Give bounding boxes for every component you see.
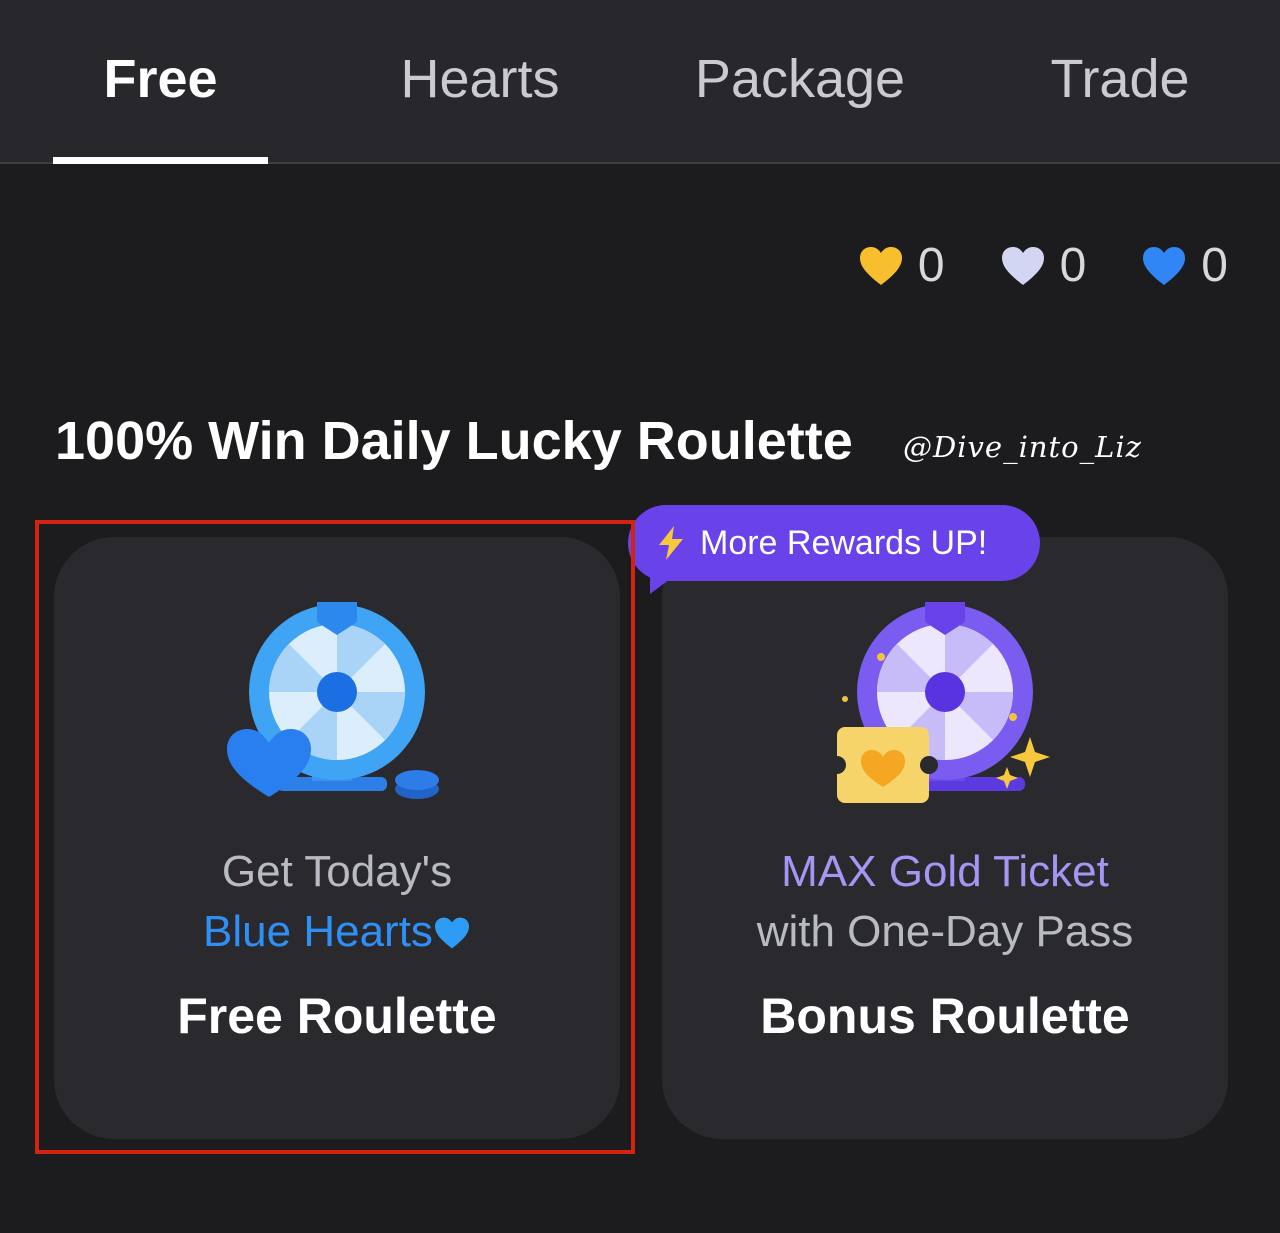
white-heart-counter: 0 [1000, 236, 1087, 296]
blue-heart-count: 0 [1201, 239, 1228, 292]
white-heart-icon [1001, 247, 1044, 285]
bonus-card-line2: with One-Day Pass [756, 907, 1134, 956]
lightning-icon [659, 526, 683, 560]
active-tab-indicator [53, 157, 268, 164]
section-title: 100% Win Daily Lucky Roulette [55, 411, 853, 471]
bonus-card-line1: MAX Gold Ticket [781, 847, 1109, 896]
promo-label: More Rewards UP! [700, 523, 988, 562]
blue-heart-icon [1143, 247, 1186, 285]
gold-heart-count: 0 [917, 239, 945, 292]
tab-trade[interactable]: Trade [1020, 48, 1220, 118]
white-heart-count: 0 [1059, 239, 1087, 292]
tab-bar: Free Hearts Package Trade [0, 0, 1280, 164]
watermark: @Dive_into_Liz [903, 430, 1142, 464]
bonus-roulette-title: Bonus Roulette [760, 988, 1130, 1044]
roulette-page: Free Hearts Package Trade 0 0 0 100% Win… [0, 0, 1280, 1233]
free-roulette-title: Free Roulette [177, 988, 497, 1044]
free-card-line2: Blue Hearts [54, 907, 620, 957]
tab-hearts[interactable]: Hearts [370, 48, 590, 118]
free-card-line1: Get Today's [221, 847, 453, 896]
bonus-roulette-card[interactable]: MAX Gold Ticket with One-Day Pass Bonus … [662, 537, 1228, 1139]
tab-free[interactable]: Free [53, 48, 268, 118]
blue-heart-icon [434, 917, 469, 949]
blue-heart-counter: 0 [1141, 236, 1228, 296]
blue-roulette-wheel-icon [227, 602, 439, 799]
blue-hearts-label: Blue Hearts [203, 907, 433, 956]
gold-heart-counter: 0 [858, 236, 945, 296]
gold-heart-icon [859, 247, 902, 285]
heart-counters: 0 0 0 [803, 236, 1228, 296]
tab-package[interactable]: Package [680, 48, 920, 118]
more-rewards-badge: More Rewards UP! [628, 505, 1040, 581]
free-roulette-card[interactable]: Get Today's Blue Hearts Free Roulette [54, 537, 620, 1139]
purple-roulette-wheel-icon [828, 602, 1050, 803]
